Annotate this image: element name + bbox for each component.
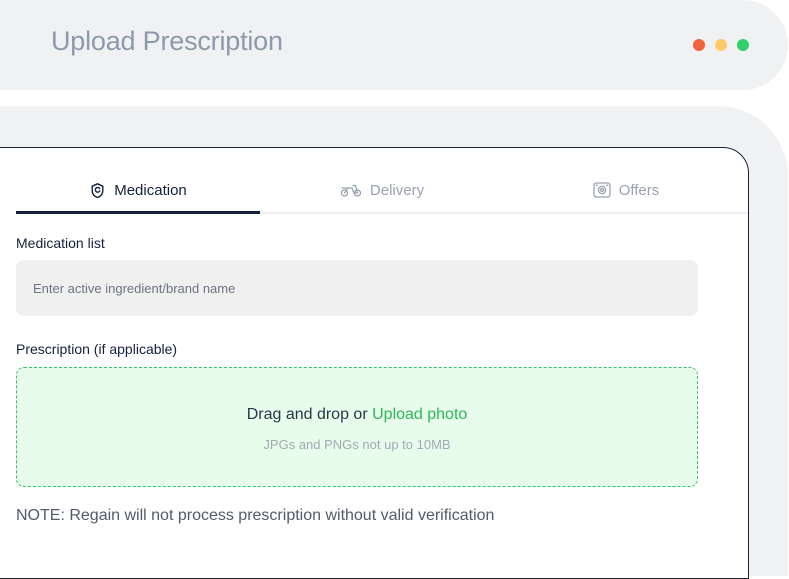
maximize-window-button[interactable] [737, 39, 749, 51]
verification-note: NOTE: Regain will not process prescripti… [16, 507, 495, 524]
window-title: Upload Prescription [51, 26, 283, 56]
upload-photo-link[interactable]: Upload photo [372, 406, 467, 423]
tab-offers-label: Offers [618, 181, 660, 199]
tab-delivery-label: Delivery [369, 181, 425, 199]
file-type-hint: JPGs and PNGs not up to 10MB [263, 437, 451, 452]
minimize-window-button[interactable] [715, 39, 727, 51]
tab-medication-label: Medication [114, 181, 187, 199]
tab-medication[interactable]: Medication [16, 168, 260, 214]
window-controls [693, 39, 749, 51]
medication-list-label: Medication list [16, 235, 105, 251]
tab-bar: Medication Delivery Offers [16, 168, 748, 214]
prescription-label: Prescription (if applicable) [16, 341, 178, 357]
medication-icon [89, 182, 106, 199]
drag-drop-text: Drag and drop or [246, 406, 368, 423]
tab-delivery[interactable]: Delivery [260, 168, 504, 212]
prescription-dropzone[interactable]: Drag and drop or Upload photo JPGs and P… [16, 367, 698, 487]
medication-search-input[interactable] [16, 260, 698, 316]
motorcycle-icon [340, 182, 362, 198]
close-window-button[interactable] [693, 39, 705, 51]
dropzone-instructions: Drag and drop or Upload photo [17, 406, 697, 424]
tab-offers[interactable]: Offers [504, 168, 748, 212]
offers-icon [593, 182, 611, 198]
